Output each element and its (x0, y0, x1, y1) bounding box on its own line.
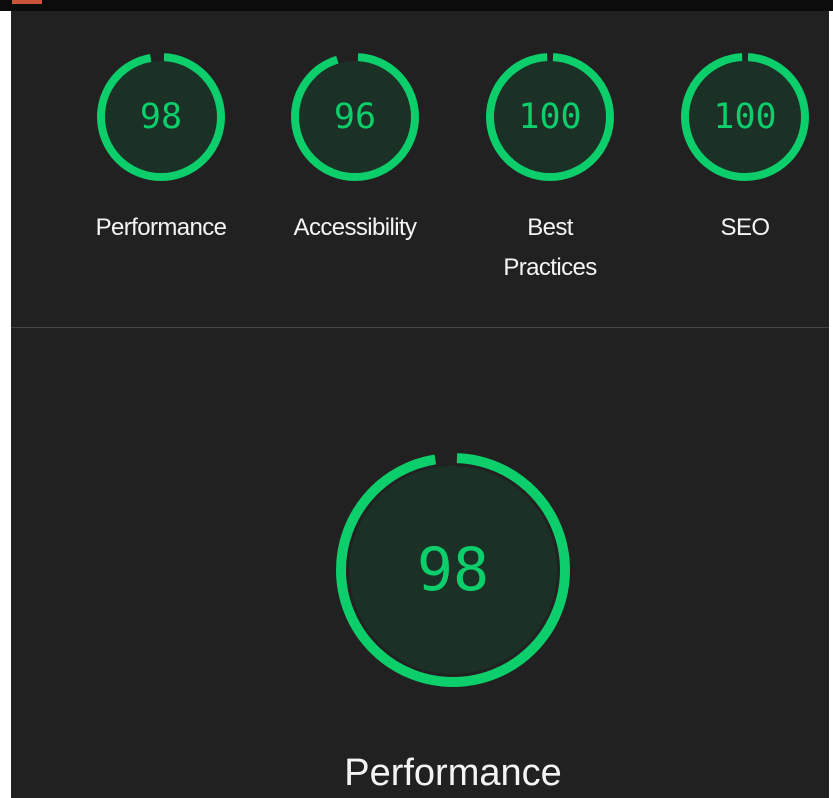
gauge-label: Best Practices (503, 214, 597, 281)
window-top-bar (0, 0, 833, 11)
detail-category-title: Performance (344, 752, 562, 794)
gauge-score: 100 (518, 97, 581, 137)
large-gauge-score: 98 (417, 535, 489, 605)
gauge-score: 100 (713, 97, 776, 137)
report-frame: 98 Performance 96 Accessibility 100 Best… (0, 0, 833, 798)
gauge-accessibility[interactable]: 96 Accessibility (270, 51, 440, 248)
gauge-score: 98 (140, 97, 182, 137)
gauge-ring: 100 (486, 53, 614, 181)
gauge-ring: 96 (291, 53, 419, 181)
gauge-best-practices[interactable]: 100 Best Practices (465, 51, 635, 288)
score-summary: 98 Performance 96 Accessibility 100 Best… (11, 11, 829, 327)
gauge-label: Performance (95, 214, 227, 241)
gauge-score: 96 (334, 97, 376, 137)
gauge-label: SEO (720, 214, 770, 241)
top-bar-accent (12, 0, 42, 4)
gauge-seo[interactable]: 100 SEO (660, 51, 830, 248)
gauge-performance[interactable]: 98 Performance (76, 51, 246, 248)
gauge-ring: 100 (681, 53, 809, 181)
large-gauge-ring: 98 (336, 453, 570, 687)
gauge-performance-detail: 98 (313, 450, 593, 690)
lighthouse-report-panel: 98 Performance 96 Accessibility 100 Best… (11, 11, 829, 798)
gauge-ring: 98 (97, 53, 225, 181)
gauge-label: Accessibility (293, 214, 418, 241)
section-divider (11, 327, 829, 328)
